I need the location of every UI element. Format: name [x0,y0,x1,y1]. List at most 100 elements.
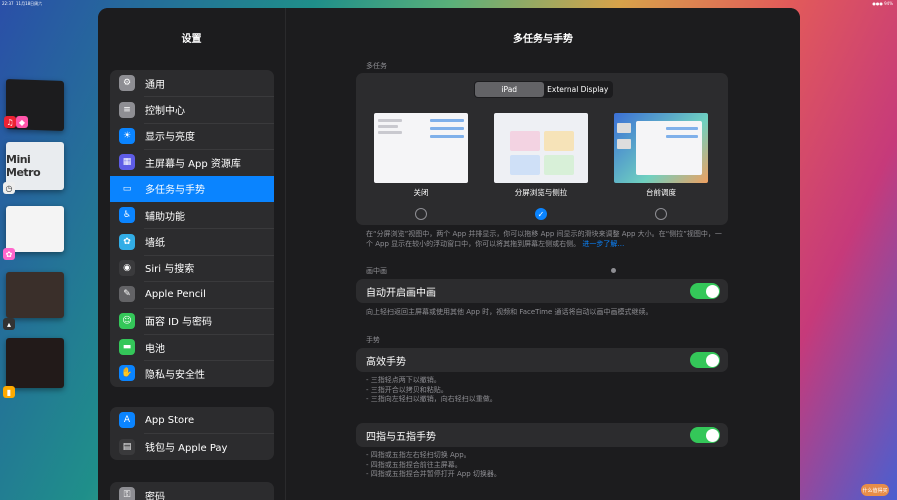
gesture-notes: - 三指轻点两下以撤销。 - 三指开合以拷贝和粘贴。 - 三指向左轻扫以撤销，向… [366,376,726,405]
files-icon: ▮ [3,386,15,398]
key-icon: ⚿ [119,487,135,500]
pip-row: 自动开启画中画 [356,279,728,303]
four-five-row-label: 四指与五指手势 [366,431,436,443]
pip-row-label: 自动开启画中画 [366,287,436,299]
sidebar-group-passwords: ⚿ 密码 [110,482,274,500]
app-thumbnail-4[interactable] [6,272,64,318]
option-split-view-radio-checked-icon[interactable]: ✓ [535,208,547,220]
four-five-notes: - 四指或五指左右轻扫切换 App。 - 四指或五指捏合前往主屏幕。 - 四指或… [366,451,726,480]
pencil-icon: ✎ [119,286,135,303]
app-thumbnail-5[interactable] [6,338,64,388]
mini-metro-label: Mini Metro [6,153,41,179]
sidebar-item-label: 主屏幕与 App 资源库 [145,158,241,170]
sidebar-item[interactable]: ♿ 辅助功能 [110,202,274,228]
sidebar-group-main: ⚙ 通用 ≡ 控制中心 ☀ 显示与亮度 ▦ 主屏幕与 App 资源库 ▭ 多任务与手势 ♿ 辅助功能 ✿… [110,70,274,387]
sidebar-group-store: A App Store ▤ 钱包与 Apple Pay [110,407,274,460]
gesture-note-line: - 三指轻点两下以撤销。 [366,376,441,384]
sidebar-item[interactable]: ☺ 面容 ID 与密码 [110,307,274,334]
pip-toggle[interactable] [690,283,720,299]
sidebar: 设置 ⚙ 通用 ≡ 控制中心 ☀ 显示与亮度 ▦ 主屏幕与 App 资源库 ▭ 多任务与手势 ♿ 辅助… [98,8,286,500]
sidebar-item[interactable]: ⚙ 通用 [110,70,274,96]
clock-icon: ◷ [3,182,15,194]
photos-icon: ✿ [3,248,15,260]
sidebar-item[interactable]: ✎ Apple Pencil [110,281,274,307]
option-off-radio[interactable] [415,208,427,220]
display-segmented-control: iPad External Display [474,81,613,98]
sidebar-item-label: 钱包与 Apple Pay [145,443,228,455]
sidebar-item-label: 通用 [145,79,165,91]
sidebar-item-label: 面容 ID 与密码 [145,317,213,329]
page-title: 多任务与手势 [513,34,573,45]
preview-stage-manager [614,113,708,183]
sidebar-item-label: App Store [145,414,195,426]
option-stage-manager[interactable]: 台前调度 [613,113,709,220]
section-pip-label: 画中画 [366,267,387,275]
sidebar-item[interactable]: ◉ Siri 与搜索 [110,254,274,281]
toggles-icon: ≡ [119,101,135,118]
battery-icon: ▬ [119,339,135,356]
option-split-view[interactable]: 分屏浏览与侧拉 ✓ [493,113,589,220]
detail-pane: 多任务与手势 多任务 iPad External Display 关闭 分屏浏览… [286,8,800,500]
option-stage-manager-label: 台前调度 [646,188,676,197]
faceid-icon: ☺ [119,312,135,329]
sidebar-item[interactable]: ☀ 显示与亮度 [110,122,274,149]
music-icon: ♫ [4,116,16,128]
sidebar-item[interactable]: ≡ 控制中心 [110,96,274,122]
sidebar-item-label: 隐私与安全性 [145,369,205,381]
segment-external-display[interactable]: External Display [544,82,613,97]
multitask-note-text: 在“分屏浏览”视图中，两个 App 并排显示，你可以拖移 App 间显示的滑块来… [366,230,722,248]
multitask-note: 在“分屏浏览”视图中，两个 App 并排显示，你可以拖移 App 间显示的滑块来… [366,230,726,249]
segment-ipad[interactable]: iPad [475,82,544,97]
sidebar-item-label: 控制中心 [145,106,185,118]
hand-icon: ✋ [119,365,135,382]
status-time: 22:37 [2,1,14,6]
gesture-note-line: - 三指开合以拷贝和粘贴。 [366,385,448,394]
grid-icon: ▦ [119,154,135,171]
sidebar-item[interactable]: A App Store [110,407,274,433]
section-multitask-label: 多任务 [366,62,387,70]
sidebar-item-label: 密码 [145,491,165,500]
gesture-toggle[interactable] [690,352,720,368]
sidebar-item[interactable]: ✿ 墙纸 [110,228,274,254]
sidebar-item-label: 辅助功能 [145,211,185,223]
four-five-note-line: - 四指或五指捏合并暂停打开 App 切换器。 [366,470,501,478]
pip-note: 向上轻扫返回主屏幕或使用其他 App 时，视频和 FaceTime 通话将自动以… [366,308,653,316]
app-thumbnail-3[interactable] [6,206,64,252]
sun-icon: ☀ [119,127,135,144]
appstore-icon: A [119,412,135,429]
option-off[interactable]: 关闭 [373,113,469,220]
multitask-icon: ▭ [119,180,135,197]
four-five-finger-row: 四指与五指手势 [356,423,728,447]
multitask-card: iPad External Display 关闭 分屏浏览与侧拉 ✓ 台前调度 [356,73,728,225]
section-gestures-label: 手势 [366,336,380,344]
watermark-badge: 什么值得买 [861,484,889,496]
option-stage-manager-radio[interactable] [655,208,667,220]
page-indicator-dot [611,268,616,273]
learn-more-link[interactable]: 进一步了解… [582,240,624,248]
gesture-note-line: - 三指向左轻扫以撤销，向右轻扫以重做。 [366,395,497,403]
app-icon-small: ▴ [3,318,15,330]
sidebar-title: 设置 [181,34,202,45]
accessibility-icon: ♿ [119,207,135,224]
gear-icon: ⚙ [119,75,135,92]
gesture-row-label: 高效手势 [366,356,406,368]
siri-icon: ◉ [119,259,135,276]
sidebar-item-label: Siri 与搜索 [145,264,195,276]
preview-split-view [494,113,588,183]
sidebar-item[interactable]: ▬ 电池 [110,333,274,360]
sidebar-item[interactable]: ✋ 隐私与安全性 [110,360,274,386]
app-icon: ◆ [16,116,28,128]
sidebar-item-label: 电池 [145,343,165,355]
sidebar-item[interactable]: ▤ 钱包与 Apple Pay [110,433,274,459]
sidebar-item-label: 多任务与手势 [145,185,205,197]
sidebar-item[interactable]: ▦ 主屏幕与 App 资源库 [110,149,274,175]
four-five-toggle[interactable] [690,427,720,443]
sidebar-item[interactable]: ▭ 多任务与手势 [110,175,274,202]
sidebar-item[interactable]: ⚿ 密码 [110,482,274,500]
sidebar-item-label: Apple Pencil [145,288,206,300]
status-date: 11月18日周六 [16,1,43,6]
four-five-note-line: - 四指或五指左右轻扫切换 App。 [366,451,471,459]
status-indicators: ●●● 94% [872,1,893,6]
settings-window: ••• 设置 ⚙通用≡控制中心☀显示与亮度▦主屏幕与 App 资源库▭多任务与手… [98,8,800,500]
wallet-icon: ▤ [119,438,135,455]
